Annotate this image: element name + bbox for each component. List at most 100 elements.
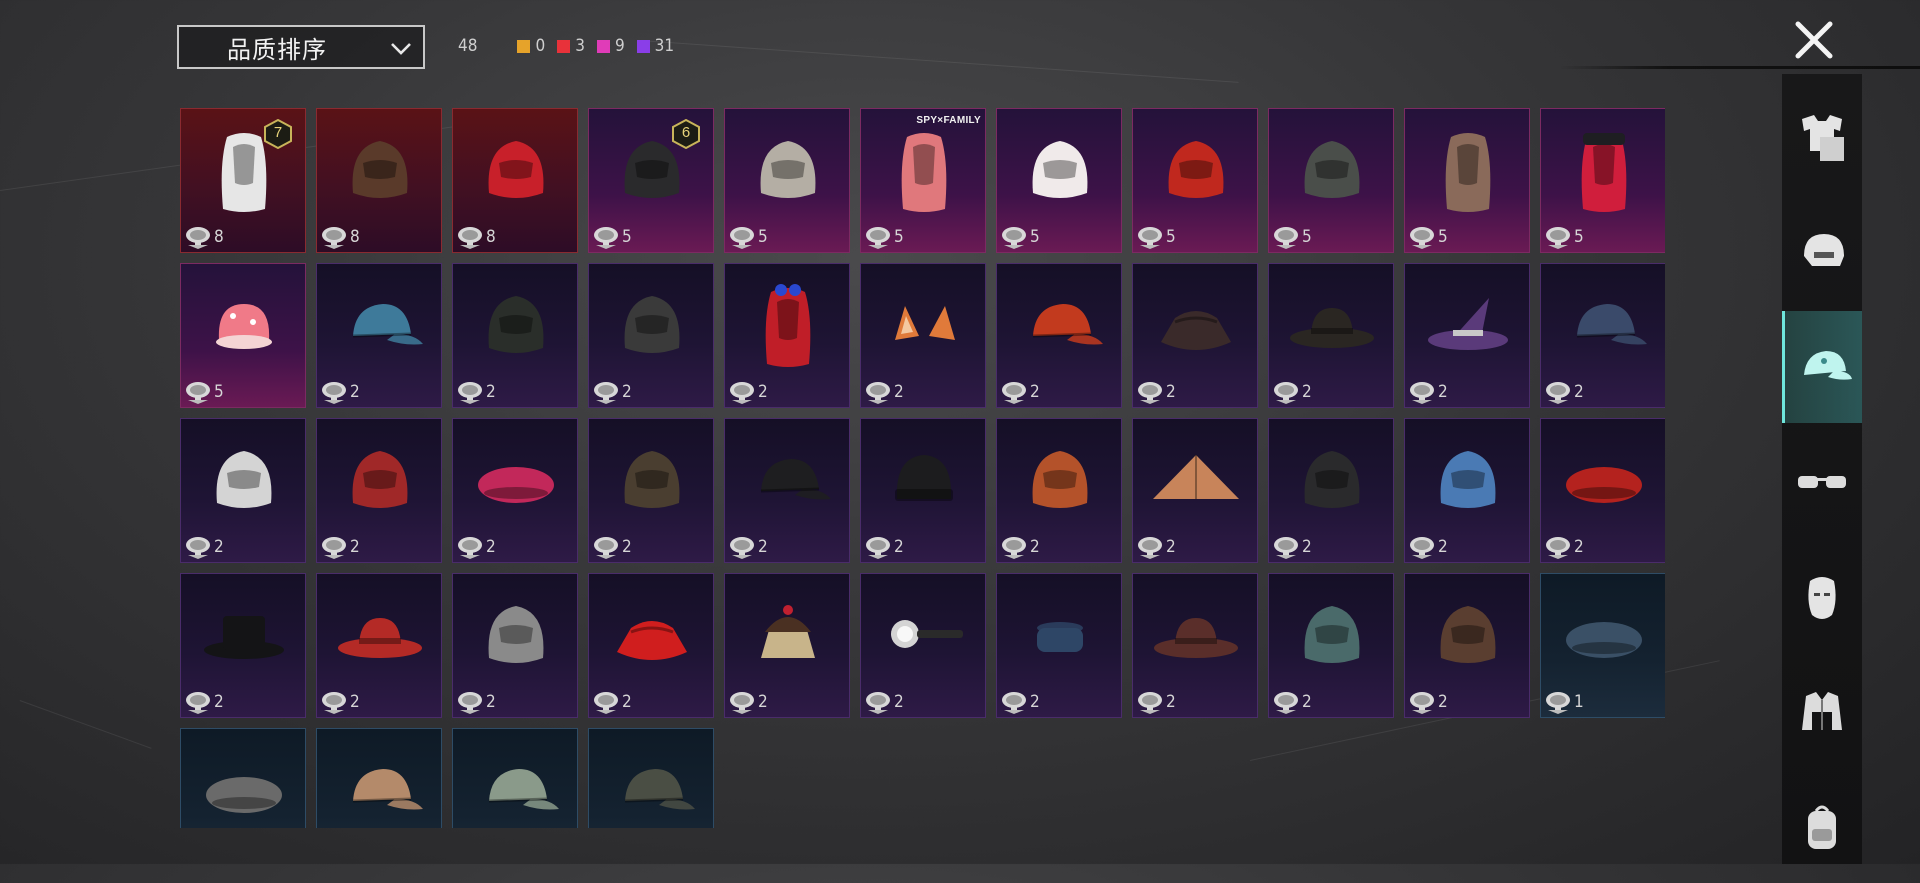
item-headlamp[interactable]: 2 xyxy=(860,573,986,718)
item-grey-shark-hat[interactable]: 2 xyxy=(452,573,578,718)
category-tab-glasses[interactable] xyxy=(1782,426,1862,538)
item-red-bucket-hat[interactable]: 2 xyxy=(588,573,714,718)
item-brown-wolf-mask[interactable]: 8 xyxy=(316,108,442,253)
item-grey-hood[interactable]: 5 xyxy=(724,108,850,253)
cap-icon xyxy=(1803,351,1852,380)
item-witch-hat[interactable]: 2 xyxy=(1404,263,1530,408)
shard-icon xyxy=(456,380,484,404)
shard-icon xyxy=(864,535,892,559)
turban-icon xyxy=(216,451,272,508)
baseball-cap-icon xyxy=(1032,304,1103,345)
shard-count: 2 xyxy=(1438,382,1448,402)
category-tab-jacket[interactable] xyxy=(1782,656,1862,768)
item-navy-pillbox-hat[interactable]: 2 xyxy=(996,573,1122,718)
item-football-helmet[interactable]: 2 xyxy=(996,418,1122,563)
quality-count-gold: 0 xyxy=(517,36,545,56)
shark-hat-icon xyxy=(488,606,544,663)
item-white-hair[interactable]: 78 xyxy=(180,108,306,253)
shard-icon xyxy=(864,380,892,404)
item-aviator-cap[interactable]: 2 xyxy=(588,418,714,563)
shard-count: 5 xyxy=(1438,227,1448,247)
level-badge: 7 xyxy=(263,118,293,150)
fedora-icon xyxy=(338,618,422,658)
item-bow-red-hair[interactable]: 2 xyxy=(724,263,850,408)
item-black-beanie[interactable]: 2 xyxy=(860,418,986,563)
backpack-icon xyxy=(1808,805,1836,849)
item-blue-beret[interactable]: 1 xyxy=(1540,573,1665,718)
shard-icon xyxy=(320,690,348,714)
item-straw-conical-hat[interactable]: 2 xyxy=(1132,418,1258,563)
item-lion-dance-hat[interactable]: 5 xyxy=(996,108,1122,253)
item-navy-cap[interactable]: 2 xyxy=(1540,263,1665,408)
shard-count: 2 xyxy=(486,382,496,402)
item-spiked-helmet[interactable]: 5 xyxy=(1268,108,1394,253)
shard-count: 2 xyxy=(1574,537,1584,557)
category-tab-hat[interactable] xyxy=(1782,311,1862,423)
top-hat-icon xyxy=(204,616,284,659)
item-cupcake-hat[interactable]: 2 xyxy=(724,573,850,718)
item-mesh-helmet[interactable]: 2 xyxy=(1268,573,1394,718)
item-black-fedora[interactable]: 2 xyxy=(1268,263,1394,408)
item-tan-blue-cap[interactable] xyxy=(452,728,578,828)
shard-icon xyxy=(1000,380,1028,404)
item-bucket-hat-hair[interactable]: 2 xyxy=(1132,263,1258,408)
category-tab-outfit[interactable] xyxy=(1782,81,1862,193)
item-white-turban[interactable]: 2 xyxy=(180,418,306,563)
item-brown-fedora[interactable]: 2 xyxy=(1132,573,1258,718)
shard-count: 2 xyxy=(1302,537,1312,557)
quality-counts: 48 0 3 9 31 xyxy=(458,36,686,56)
shard-icon xyxy=(456,535,484,559)
item-goggle-aviator-cap[interactable]: 2 xyxy=(1404,573,1530,718)
category-tab-backpack[interactable] xyxy=(1782,771,1862,883)
shard-count: 2 xyxy=(758,692,768,712)
item-black-cap[interactable]: 2 xyxy=(724,418,850,563)
item-ponytail-hair[interactable]: 5 xyxy=(1404,108,1530,253)
item-grey-beret[interactable] xyxy=(180,728,306,828)
shard-icon xyxy=(1000,690,1028,714)
item-red-beret[interactable]: 2 xyxy=(1540,418,1665,563)
shard-icon xyxy=(728,225,756,249)
shard-count: 8 xyxy=(486,227,496,247)
item-demon-mask[interactable]: 2 xyxy=(316,418,442,563)
item-dragon-mask[interactable]: 5 xyxy=(1132,108,1258,253)
shard-icon xyxy=(320,535,348,559)
shard-icon xyxy=(592,225,620,249)
category-tab-head[interactable] xyxy=(1782,196,1862,308)
cap-hair-icon xyxy=(1581,133,1627,212)
item-beret-red-hair[interactable]: 5 xyxy=(1540,108,1665,253)
item-pink-bob-hair[interactable]: SPY×FAMILY 5 xyxy=(860,108,986,253)
shard-icon xyxy=(184,380,212,404)
shard-count: 2 xyxy=(350,382,360,402)
bob-hair-icon xyxy=(901,133,947,212)
shard-icon xyxy=(592,380,620,404)
shard-icon xyxy=(1272,225,1300,249)
item-black-mask-helmet[interactable]: 2 xyxy=(1268,418,1394,563)
beret-icon xyxy=(1566,467,1642,503)
beret-icon xyxy=(478,467,554,503)
item-red-helmet[interactable]: 8 xyxy=(452,108,578,253)
item-camo-cap[interactable] xyxy=(588,728,714,828)
item-strawberry-hat[interactable]: 5 xyxy=(180,263,306,408)
shard-icon xyxy=(1544,380,1572,404)
shard-count: 2 xyxy=(894,537,904,557)
item-tan-cap[interactable] xyxy=(316,728,442,828)
item-red-fedora[interactable]: 2 xyxy=(316,573,442,718)
item-grid[interactable]: 7 8 8 8 6 5 5 SPY×FAMILY 5 5 5 5 5 5 5 2 2 2 2 2 2 2 2 2 2 2 2 2 2 2 2… xyxy=(180,108,1665,828)
sort-dropdown[interactable]: 品质排序 xyxy=(177,25,425,69)
baseball-cap-icon xyxy=(760,459,831,500)
category-tab-face[interactable] xyxy=(1782,541,1862,653)
item-horned-mask[interactable]: 65 xyxy=(588,108,714,253)
close-button[interactable] xyxy=(1790,16,1838,64)
item-pink-beret[interactable]: 2 xyxy=(452,418,578,563)
football-helmet-icon xyxy=(1032,451,1088,508)
shard-icon xyxy=(592,690,620,714)
shard-count: 2 xyxy=(350,692,360,712)
item-cat-ears[interactable]: 2 xyxy=(860,263,986,408)
item-blue-cap[interactable]: 2 xyxy=(316,263,442,408)
item-black-top-hat[interactable]: 2 xyxy=(180,573,306,718)
shard-count: 2 xyxy=(894,382,904,402)
item-red-gold-cap[interactable]: 2 xyxy=(996,263,1122,408)
item-visor-helmet[interactable]: 2 xyxy=(588,263,714,408)
item-shark-hat[interactable]: 2 xyxy=(1404,418,1530,563)
item-gas-mask-helmet[interactable]: 2 xyxy=(452,263,578,408)
